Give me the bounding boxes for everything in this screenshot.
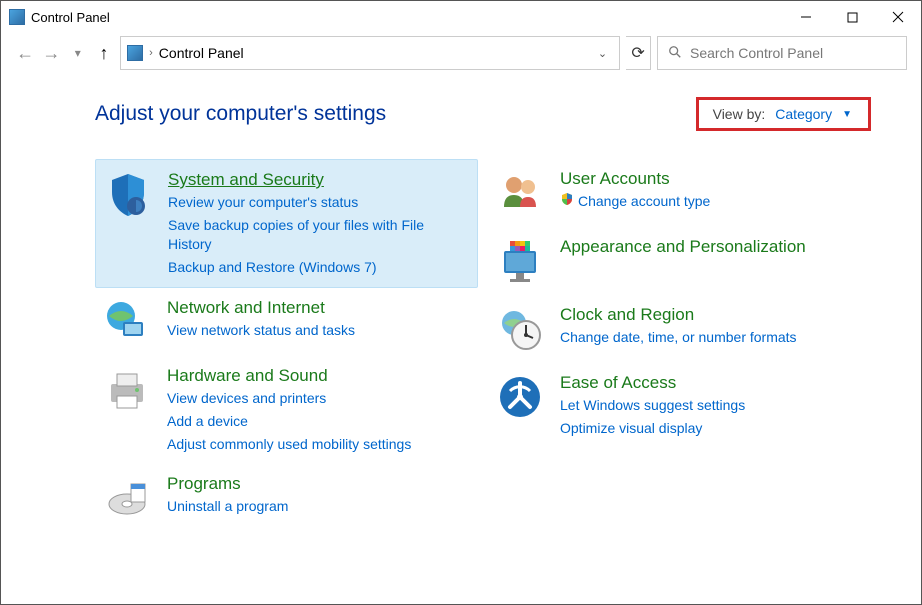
category-network: Network and Internet View network status…	[95, 288, 478, 356]
category-link[interactable]: Change account type	[560, 192, 710, 212]
window-frame: Control Panel ← → ▾ ↑ › Control Panel ⌄ …	[0, 0, 922, 605]
control-panel-icon	[9, 9, 25, 25]
category-programs: Programs Uninstall a program	[95, 464, 478, 532]
category-title-programs[interactable]: Programs	[167, 474, 288, 494]
category-appearance: Appearance and Personalization	[488, 227, 871, 295]
search-input[interactable]	[690, 45, 896, 61]
category-link[interactable]: Review your computer's status	[168, 193, 469, 213]
category-hardware: Hardware and Sound View devices and prin…	[95, 356, 478, 464]
disc-icon	[103, 474, 151, 522]
chevron-down-icon: ▼	[842, 109, 852, 120]
category-link[interactable]: View devices and printers	[167, 389, 411, 409]
category-title-system-security[interactable]: System and Security	[168, 170, 469, 190]
category-title-clock[interactable]: Clock and Region	[560, 305, 797, 325]
navigation-bar: ← → ▾ ↑ › Control Panel ⌄ ⟳	[1, 33, 921, 73]
category-link[interactable]: Save backup copies of your files with Fi…	[168, 216, 469, 255]
category-user-accounts: User Accounts Change account type	[488, 159, 871, 227]
category-title-network[interactable]: Network and Internet	[167, 298, 355, 318]
category-link[interactable]: View network status and tasks	[167, 321, 355, 341]
category-column-right: User Accounts Change account type Appear	[488, 159, 871, 532]
category-ease-of-access: Ease of Access Let Windows suggest setti…	[488, 363, 871, 448]
search-box[interactable]	[657, 36, 907, 70]
clock-globe-icon	[496, 305, 544, 353]
refresh-button[interactable]: ⟳	[626, 36, 651, 70]
category-link[interactable]: Add a device	[167, 412, 411, 432]
address-text: Control Panel	[159, 45, 244, 61]
category-title-users[interactable]: User Accounts	[560, 169, 710, 189]
category-title-appearance[interactable]: Appearance and Personalization	[560, 237, 806, 257]
search-icon	[668, 45, 682, 62]
category-title-hardware[interactable]: Hardware and Sound	[167, 366, 411, 386]
page-heading: Adjust your computer's settings	[95, 102, 386, 126]
category-link[interactable]: Let Windows suggest settings	[560, 396, 745, 416]
category-link[interactable]: Backup and Restore (Windows 7)	[168, 258, 469, 278]
minimize-button[interactable]	[783, 1, 829, 33]
category-link[interactable]: Change date, time, or number formats	[560, 328, 797, 348]
category-link-text: Change account type	[578, 193, 710, 209]
globe-network-icon	[103, 298, 151, 346]
category-column-left: System and Security Review your computer…	[95, 159, 478, 532]
forward-button[interactable]: →	[41, 39, 61, 67]
close-button[interactable]	[875, 1, 921, 33]
recent-locations-button[interactable]: ▾	[68, 39, 88, 67]
heading-row: Adjust your computer's settings View by:…	[95, 97, 871, 131]
shield-icon	[104, 170, 152, 218]
control-panel-icon	[127, 45, 143, 61]
back-button[interactable]: ←	[15, 39, 35, 67]
category-link[interactable]: Uninstall a program	[167, 497, 288, 517]
chevron-right-icon: ›	[149, 47, 153, 59]
category-link[interactable]: Optimize visual display	[560, 419, 745, 439]
address-bar[interactable]: › Control Panel ⌄	[120, 36, 620, 70]
up-button[interactable]: ↑	[94, 39, 114, 67]
users-icon	[496, 169, 544, 217]
window-controls	[783, 1, 921, 33]
view-by-label: View by:	[713, 106, 766, 122]
ease-of-access-icon	[496, 373, 544, 421]
titlebar: Control Panel	[1, 1, 921, 33]
content-area: Adjust your computer's settings View by:…	[1, 73, 921, 542]
category-grid: System and Security Review your computer…	[95, 159, 871, 532]
uac-shield-icon	[560, 192, 574, 212]
view-by-value: Category	[775, 106, 832, 122]
category-system-security: System and Security Review your computer…	[95, 159, 478, 288]
category-title-ease[interactable]: Ease of Access	[560, 373, 745, 393]
window-title: Control Panel	[31, 10, 110, 25]
printer-icon	[103, 366, 151, 414]
monitor-colors-icon	[496, 237, 544, 285]
category-link[interactable]: Adjust commonly used mobility settings	[167, 435, 411, 455]
maximize-button[interactable]	[829, 1, 875, 33]
address-dropdown-button[interactable]: ⌄	[592, 43, 613, 64]
category-clock-region: Clock and Region Change date, time, or n…	[488, 295, 871, 363]
view-by-selector[interactable]: View by: Category ▼	[696, 97, 871, 131]
